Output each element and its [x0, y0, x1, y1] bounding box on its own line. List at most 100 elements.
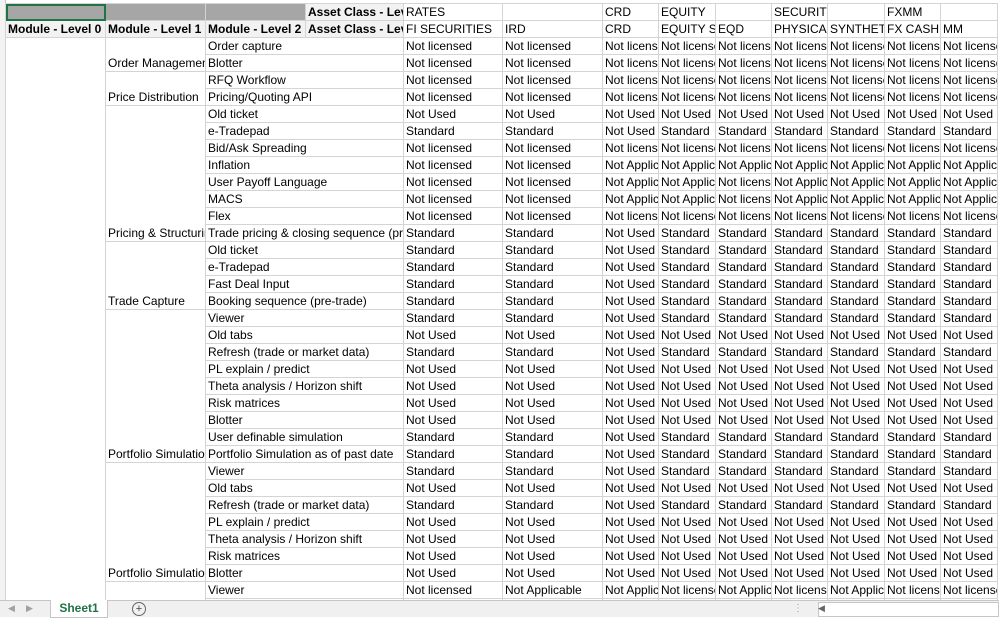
status-cell[interactable]: Not Used — [502, 360, 603, 378]
status-cell[interactable]: Standard — [658, 496, 716, 514]
spreadsheet-grid[interactable]: Asset Class - LevelRATES CRDEQUITY SECURIT… — [5, 3, 998, 616]
module-level2-cell[interactable]: Inflation — [205, 156, 404, 174]
status-cell[interactable]: Not Used — [771, 326, 828, 344]
status-cell[interactable]: Not Used — [403, 326, 503, 344]
status-cell[interactable]: Standard — [940, 343, 998, 361]
header-cell[interactable] — [205, 3, 306, 21]
status-cell[interactable]: Not licensed — [403, 54, 503, 72]
status-cell[interactable]: Standard — [403, 496, 503, 514]
module-level2-cell[interactable]: Viewer — [205, 309, 404, 327]
module-level2-cell[interactable]: Blotter — [205, 54, 404, 72]
status-cell[interactable]: Standard — [502, 309, 603, 327]
status-cell[interactable]: Standard — [658, 462, 716, 480]
status-cell[interactable]: Standard — [940, 445, 998, 463]
status-cell[interactable]: Not licensed — [602, 139, 659, 157]
status-cell[interactable]: Not Applicable — [658, 173, 716, 191]
header-cell[interactable] — [5, 3, 106, 21]
status-cell[interactable]: Not Used — [771, 411, 828, 429]
status-cell[interactable]: Standard — [940, 224, 998, 242]
status-cell[interactable]: Not Applicable — [715, 581, 772, 599]
status-cell[interactable]: Not Applicable — [602, 190, 659, 208]
status-cell[interactable]: Not licensed — [884, 139, 941, 157]
status-cell[interactable]: Not Used — [884, 547, 941, 565]
status-cell[interactable]: Not licensed — [940, 139, 998, 157]
status-cell[interactable]: Not Used — [884, 411, 941, 429]
status-cell[interactable]: Not Used — [403, 360, 503, 378]
status-cell[interactable]: Standard — [940, 292, 998, 310]
status-cell[interactable]: Not Applicable — [827, 190, 885, 208]
status-cell[interactable]: Not Used — [502, 513, 603, 531]
status-cell[interactable]: Standard — [884, 258, 941, 276]
status-cell[interactable]: Not Used — [884, 360, 941, 378]
module-level2-cell[interactable]: Fast Deal Input — [205, 275, 404, 293]
module-level0-cell[interactable] — [5, 71, 106, 89]
status-cell[interactable]: Standard — [403, 462, 503, 480]
status-cell[interactable]: Not licensed — [502, 173, 603, 191]
status-cell[interactable]: Not licensed — [602, 71, 659, 89]
status-cell[interactable]: Not licensed — [658, 37, 716, 55]
status-cell[interactable]: Not Used — [502, 394, 603, 412]
header-cell[interactable]: PHYSICAL — [771, 20, 828, 38]
module-level2-cell[interactable]: Booking sequence (pre-trade) — [205, 292, 404, 310]
status-cell[interactable]: Not licensed — [403, 71, 503, 89]
status-cell[interactable]: Not Applicable — [602, 581, 659, 599]
status-cell[interactable]: Not licensed — [715, 37, 772, 55]
status-cell[interactable]: Standard — [502, 292, 603, 310]
status-cell[interactable]: Standard — [658, 275, 716, 293]
status-cell[interactable]: Not Used — [827, 513, 885, 531]
module-level2-cell[interactable]: Theta analysis / Horizon shift — [205, 377, 404, 395]
status-cell[interactable]: Standard — [884, 241, 941, 259]
header-cell[interactable]: Asset Class - Level — [305, 3, 404, 21]
status-cell[interactable]: Not licensed — [502, 37, 603, 55]
status-cell[interactable]: Not licensed — [827, 54, 885, 72]
module-level1-cell[interactable] — [105, 156, 206, 174]
module-level0-cell[interactable] — [5, 547, 106, 565]
status-cell[interactable]: Not Used — [403, 513, 503, 531]
status-cell[interactable]: Standard — [715, 343, 772, 361]
module-level0-cell[interactable] — [5, 139, 106, 157]
status-cell[interactable]: Standard — [827, 292, 885, 310]
status-cell[interactable]: Not Used — [771, 105, 828, 123]
status-cell[interactable]: Standard — [715, 224, 772, 242]
module-level1-cell[interactable] — [105, 122, 206, 140]
status-cell[interactable]: Not licensed — [940, 581, 998, 599]
module-level1-cell[interactable] — [105, 581, 206, 599]
status-cell[interactable]: Not licensed — [403, 173, 503, 191]
module-level2-cell[interactable]: Risk matrices — [205, 394, 404, 412]
status-cell[interactable]: Not Used — [884, 326, 941, 344]
module-level1-cell[interactable]: Trade Capture — [105, 292, 206, 310]
status-cell[interactable]: Not Applicable — [940, 156, 998, 174]
status-cell[interactable]: Not Used — [403, 411, 503, 429]
module-level1-cell[interactable] — [105, 326, 206, 344]
status-cell[interactable]: Not Used — [602, 224, 659, 242]
status-cell[interactable]: Not Used — [602, 326, 659, 344]
status-cell[interactable]: Not Used — [827, 479, 885, 497]
status-cell[interactable]: Not Used — [502, 547, 603, 565]
status-cell[interactable]: Not Used — [940, 411, 998, 429]
status-cell[interactable]: Not Used — [715, 479, 772, 497]
module-level1-cell[interactable] — [105, 547, 206, 565]
status-cell[interactable]: Standard — [658, 343, 716, 361]
status-cell[interactable]: Not licensed — [884, 207, 941, 225]
status-cell[interactable]: Standard — [884, 428, 941, 446]
module-level2-cell[interactable]: Pricing/Quoting API — [205, 88, 404, 106]
status-cell[interactable]: Standard — [403, 343, 503, 361]
status-cell[interactable]: Not licensed — [502, 88, 603, 106]
status-cell[interactable]: Not Used — [940, 530, 998, 548]
header-cell[interactable]: CRD — [602, 20, 659, 38]
module-level2-cell[interactable]: Old tabs — [205, 479, 404, 497]
status-cell[interactable]: Not Used — [715, 411, 772, 429]
status-cell[interactable]: Not Applicable — [602, 173, 659, 191]
status-cell[interactable]: Not Used — [771, 513, 828, 531]
status-cell[interactable]: Not Used — [658, 530, 716, 548]
module-level0-cell[interactable] — [5, 377, 106, 395]
module-level0-cell[interactable] — [5, 190, 106, 208]
module-level1-cell[interactable] — [105, 530, 206, 548]
module-level0-cell[interactable] — [5, 122, 106, 140]
status-cell[interactable]: Standard — [715, 275, 772, 293]
split-handle[interactable]: ⋮ — [793, 603, 803, 614]
status-cell[interactable]: Standard — [502, 445, 603, 463]
status-cell[interactable]: Not licensed — [771, 54, 828, 72]
status-cell[interactable]: Standard — [658, 309, 716, 327]
module-level1-cell[interactable] — [105, 496, 206, 514]
